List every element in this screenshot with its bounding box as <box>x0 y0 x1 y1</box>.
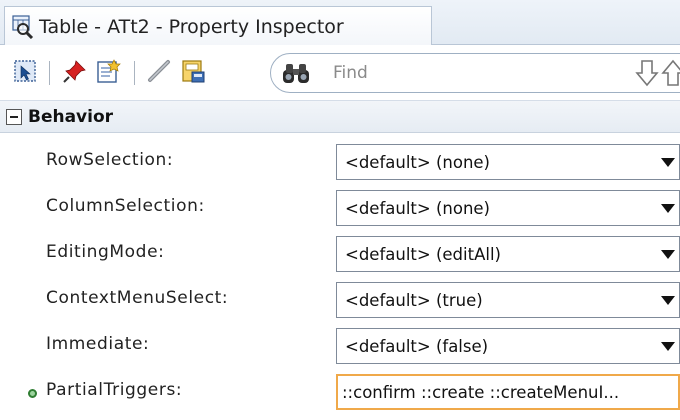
binoculars-icon[interactable] <box>279 58 313 88</box>
property-label: Immediate: <box>46 334 150 354</box>
dropdown-arrow-icon[interactable] <box>661 204 675 213</box>
editingmode-select[interactable]: <default> (editAll) <box>336 236 680 272</box>
property-inspector-icon <box>11 14 35 39</box>
dropdown-arrow-icon[interactable] <box>661 342 675 351</box>
toolbar-separator <box>49 61 50 85</box>
arrow-down-icon <box>634 60 660 93</box>
partialtriggers-field[interactable]: ::confirm ::create ::createMenuI... <box>336 374 680 410</box>
property-row-immediate: Immediate: <default> (false) <box>0 324 680 370</box>
property-label: RowSelection: <box>46 150 174 170</box>
tab-title: Table - ATt2 - Property Inspector <box>39 15 344 38</box>
dropdown-arrow-icon[interactable] <box>661 250 675 259</box>
property-row-columnselection: ColumnSelection: <default> (none) <box>0 186 680 232</box>
tab-property-inspector[interactable]: Table - ATt2 - Property Inspector <box>4 6 432 46</box>
collapse-icon[interactable] <box>6 108 22 125</box>
dropdown-arrow-icon[interactable] <box>661 158 675 167</box>
toolbar <box>0 45 680 101</box>
property-row-contextmenuselect: ContextMenuSelect: <default> (true) <box>0 278 680 324</box>
property-row-partialtriggers: PartialTriggers: ::confirm ::create ::cr… <box>0 370 680 416</box>
pin-button[interactable] <box>60 58 90 88</box>
immediate-select[interactable]: <default> (false) <box>336 328 680 364</box>
select-icon <box>13 59 37 87</box>
property-label: ColumnSelection: <box>46 196 205 216</box>
select-button[interactable] <box>10 58 40 88</box>
bind-button[interactable] <box>178 58 208 88</box>
arrow-up-icon <box>660 59 680 93</box>
section-header-behavior[interactable]: Behavior <box>0 101 680 133</box>
select-value: <default> (none) <box>345 152 490 172</box>
dropdown-arrow-icon[interactable] <box>661 296 675 305</box>
edit-properties-icon <box>96 58 122 88</box>
bind-icon <box>180 58 206 88</box>
select-value: <default> (false) <box>345 336 489 356</box>
toolbar-separator <box>134 61 135 85</box>
find-box[interactable] <box>270 53 680 93</box>
pencil-button[interactable] <box>144 58 174 88</box>
pencil-icon <box>146 58 172 88</box>
find-previous-button[interactable] <box>660 55 680 89</box>
columnselection-select[interactable]: <default> (none) <box>336 190 680 226</box>
property-row-rowselection: RowSelection: <default> (none) <box>0 140 680 186</box>
find-next-button[interactable] <box>634 55 660 89</box>
property-label: PartialTriggers: <box>46 380 183 400</box>
property-label: EditingMode: <box>46 242 165 262</box>
rowselection-select[interactable]: <default> (none) <box>336 144 680 180</box>
edit-properties-button[interactable] <box>94 58 124 88</box>
contextmenuselect-select[interactable]: <default> (true) <box>336 282 680 318</box>
pin-icon <box>63 59 87 87</box>
select-value: <default> (editAll) <box>345 244 501 264</box>
property-row-editingmode: EditingMode: <default> (editAll) <box>0 232 680 278</box>
select-value: <default> (none) <box>345 198 490 218</box>
find-input[interactable] <box>333 63 593 83</box>
select-value: <default> (true) <box>345 290 483 310</box>
modified-indicator-icon <box>28 389 37 398</box>
property-label: ContextMenuSelect: <box>46 288 229 308</box>
section-title: Behavior <box>28 106 114 127</box>
tab-strip: Table - ATt2 - Property Inspector <box>0 0 680 46</box>
